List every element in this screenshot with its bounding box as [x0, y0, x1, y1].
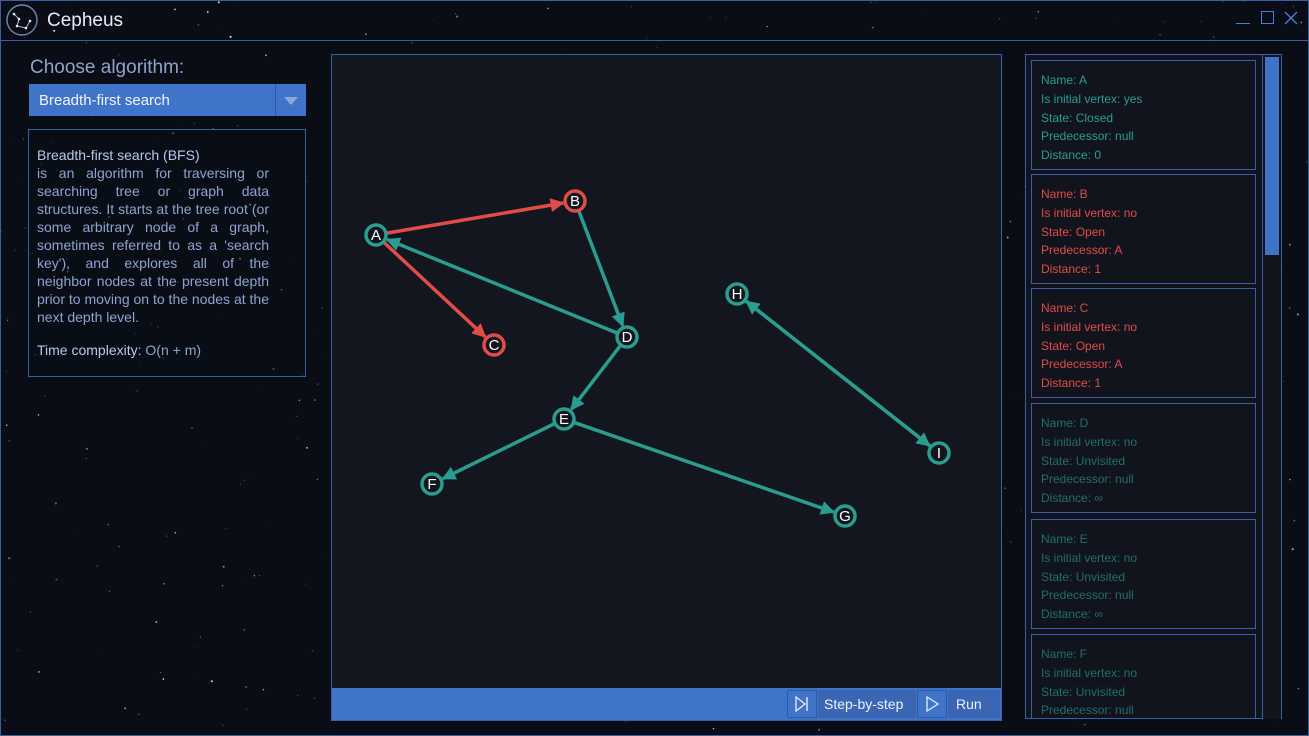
vertex-distance: Distance: 1: [1041, 376, 1102, 391]
title-bar: Cepheus: [0, 0, 1309, 41]
vertex-card: Name: B Is initial vertex: no State: Open P…: [1031, 174, 1256, 284]
graph-node-label: G: [839, 508, 851, 525]
graph-node-label: H: [732, 286, 743, 303]
vertex-name: Name: D: [1041, 416, 1089, 430]
vertex-initial: Is initial vertex: yes: [1041, 91, 1143, 106]
time-complexity-label: Time complexity:: [37, 342, 142, 358]
vertex-state: State: Unvisited: [1041, 453, 1126, 468]
vertex-predecessor: Predecessor: null: [1041, 472, 1134, 487]
time-complexity: Time complexity: O(n + m): [37, 342, 201, 358]
graph-node-label: B: [570, 193, 580, 210]
algorithm-select[interactable]: Breadth-first search: [29, 84, 306, 116]
vertex-initial: Is initial vertex: no: [1041, 665, 1138, 680]
graph-edge-e-g[interactable]: [573, 420, 835, 515]
graph-node-i[interactable]: I: [927, 441, 951, 465]
graph-node-e[interactable]: E: [552, 407, 576, 431]
algorithm-description: Breadth-first search (BFS) is an algorit…: [37, 146, 269, 326]
graph-node-label: E: [559, 411, 569, 428]
window-controls: [1235, 10, 1299, 26]
graph-node-c[interactable]: C: [482, 333, 506, 357]
graph-node-h[interactable]: H: [725, 282, 749, 306]
graph-node-g[interactable]: G: [833, 504, 857, 528]
cepheus-logo-icon: [6, 4, 38, 36]
vertex-state: State: Unvisited: [1041, 684, 1126, 699]
graph-node-a[interactable]: A: [364, 223, 388, 247]
vertex-card: Name: E Is initial vertex: no State: Unvis…: [1031, 519, 1256, 629]
vertex-initial: Is initial vertex: no: [1041, 319, 1138, 334]
graph-edge-h-i[interactable]: [744, 299, 931, 447]
scrollbar-thumb[interactable]: [1265, 57, 1279, 255]
vertex-name: Name: B: [1041, 187, 1088, 201]
vertex-predecessor: Predecessor: null: [1041, 703, 1134, 718]
step-icon-button[interactable]: [787, 690, 817, 718]
graph-node-f[interactable]: F: [420, 472, 444, 496]
graph-node-label: D: [622, 329, 633, 346]
graph-edge-b-d[interactable]: [577, 210, 625, 328]
window-title: Cepheus: [47, 10, 124, 31]
play-icon: [926, 695, 940, 713]
vertex-card: Name: F Is initial vertex: no State: Unvis…: [1031, 634, 1256, 718]
algorithm-select-value: Breadth-first search: [39, 92, 170, 109]
graph-edge-d-a[interactable]: [385, 237, 618, 335]
close-button[interactable]: [1283, 10, 1299, 26]
graph-canvas[interactable]: A B C D E F G H I Step-by-step Run: [331, 54, 1002, 721]
vertex-predecessor: Predecessor: A: [1041, 357, 1123, 372]
vertex-predecessor: Predecessor: A: [1041, 243, 1123, 258]
vertex-predecessor: Predecessor: null: [1041, 129, 1134, 144]
chevron-down-icon[interactable]: [275, 84, 306, 116]
vertex-state: State: Open: [1041, 224, 1106, 239]
vertex-name: Name: C: [1041, 301, 1089, 315]
graph-edge-d-e[interactable]: [569, 344, 622, 411]
vertex-distance: Distance: ∞: [1041, 491, 1103, 506]
vertex-list-scrollbar[interactable]: [1262, 55, 1281, 719]
vertex-predecessor: Predecessor: null: [1041, 588, 1134, 603]
vertex-initial: Is initial vertex: no: [1041, 550, 1138, 565]
graph-drawing[interactable]: A B C D E F G H I: [332, 55, 1001, 688]
graph-node-label: I: [937, 445, 941, 462]
maximize-button[interactable]: [1259, 10, 1275, 26]
graph-node-d[interactable]: D: [615, 325, 639, 349]
step-by-step-button[interactable]: Step-by-step: [818, 690, 916, 718]
minimize-button[interactable]: [1235, 10, 1251, 26]
algorithm-description-title: Breadth-first search (BFS): [37, 147, 200, 163]
vertex-name: Name: E: [1041, 532, 1088, 546]
skip-forward-icon: [795, 695, 808, 713]
vertex-state: State: Closed: [1041, 110, 1114, 125]
choose-algorithm-label: Choose algorithm:: [30, 57, 185, 78]
vertex-initial: Is initial vertex: no: [1041, 434, 1138, 449]
graph-node-label: F: [427, 476, 436, 493]
vertex-distance: Distance: 0: [1041, 148, 1102, 163]
controls-bar: Step-by-step Run: [332, 688, 1001, 720]
vertex-card: Name: D Is initial vertex: no State: Unvis…: [1031, 403, 1256, 513]
run-icon-button[interactable]: [917, 690, 947, 718]
run-button[interactable]: Run: [948, 690, 1000, 718]
graph-node-b[interactable]: B: [563, 189, 587, 213]
vertex-state: State: Unvisited: [1041, 569, 1126, 584]
algorithm-description-body: is an algorithm for traversing or search…: [37, 165, 269, 325]
vertex-distance: Distance: ∞: [1041, 607, 1103, 622]
graph-edge-a-b[interactable]: [386, 198, 565, 235]
vertex-name: Name: A: [1041, 73, 1088, 87]
close-icon: [1284, 11, 1298, 25]
vertex-name: Name: F: [1041, 647, 1088, 661]
vertex-card: Name: A Is initial vertex: yes State: Clos…: [1031, 60, 1256, 170]
vertex-state: State: Open: [1041, 338, 1106, 353]
graph-node-label: C: [489, 337, 500, 354]
graph-edge-a-c[interactable]: [382, 241, 487, 339]
vertex-initial: Is initial vertex: no: [1041, 205, 1138, 220]
vertex-list-panel: Name: A Is initial vertex: yes State: Clos…: [1025, 54, 1282, 719]
graph-node-label: A: [371, 227, 381, 244]
algorithm-description-panel: Breadth-first search (BFS) is an algorit…: [28, 129, 306, 377]
graph-edge-e-f[interactable]: [441, 422, 555, 481]
vertex-distance: Distance: 1: [1041, 262, 1102, 277]
vertex-card: Name: C Is initial vertex: no State: Open P…: [1031, 288, 1256, 398]
time-complexity-value: O(n + m): [145, 342, 202, 358]
